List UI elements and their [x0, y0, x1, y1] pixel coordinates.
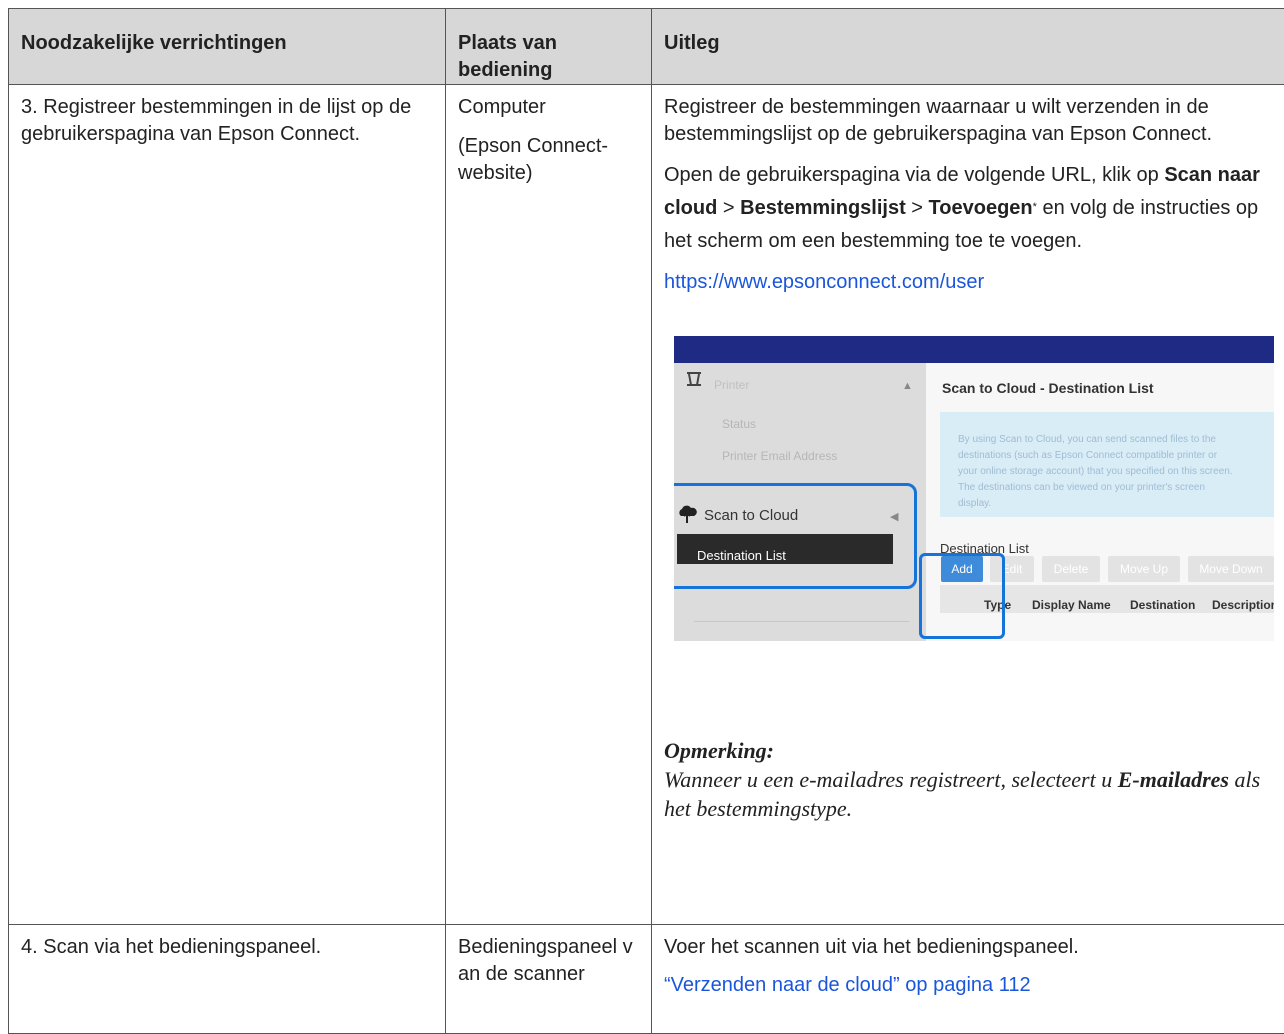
- main-panel: Scan to Cloud - Destination List By usin…: [919, 363, 1274, 641]
- step-cell: 3. Registreer bestemmingen in de lijst o…: [8, 84, 446, 925]
- step-text: 3. Registreer bestemmingen in de lijst o…: [21, 96, 412, 145]
- menu-separator: >: [905, 197, 929, 219]
- procedure-table: Noodzakelijke verrichtingen Plaats van b…: [8, 8, 1284, 1034]
- menu-add: Toevoegen: [928, 197, 1033, 219]
- delete-button[interactable]: Delete: [1042, 556, 1100, 582]
- sidebar-title: Printer: [714, 378, 750, 392]
- place-cell: Computer (Epson Connect-website): [445, 84, 652, 925]
- scan-to-cloud-item[interactable]: Scan to Cloud: [704, 502, 798, 529]
- chevron-up-icon: ▲: [902, 380, 913, 392]
- column-destination: Destination: [1130, 598, 1196, 612]
- printer-icon: [687, 372, 701, 386]
- footnote-marker: *: [1032, 201, 1037, 213]
- destination-list-item[interactable]: Destination List: [697, 542, 786, 569]
- sidebar-item[interactable]: Printer Email Address: [722, 443, 837, 470]
- place-subtext: (Epson Connect-website): [458, 135, 609, 184]
- header-explanation: Uitleg: [651, 8, 1284, 85]
- explanation-cell: Voer het scannen uit via het bedieningsp…: [651, 924, 1284, 1034]
- sidebar-item[interactable]: Status: [722, 411, 756, 438]
- info-line: display.: [958, 498, 992, 509]
- add-highlight-box: [919, 553, 1005, 639]
- cloud-upload-icon: [679, 505, 697, 523]
- place-text: Computer: [458, 96, 546, 118]
- page: { "headers": { "col1": "Noodzakelijke ve…: [0, 0, 1284, 1034]
- explanation-paragraph: Voer het scannen uit via het bedieningsp…: [664, 936, 1079, 958]
- table-row: 3. Registreer bestemmingen in de lijst o…: [8, 84, 1284, 925]
- info-line: The destinations can be viewed on your p…: [958, 482, 1206, 493]
- epson-connect-screenshot: Printer ▲ Status Printer Email Address E…: [674, 336, 1274, 641]
- explanation-cell: Registreer de bestemmingen waarnaar u wi…: [651, 84, 1284, 925]
- main-title: Scan to Cloud - Destination List: [942, 380, 1154, 396]
- step-text: 4. Scan via het bedieningspaneel.: [21, 936, 322, 958]
- move-down-button[interactable]: Move Down: [1188, 556, 1274, 582]
- move-up-button[interactable]: Move Up: [1108, 556, 1180, 582]
- header-operations: Noodzakelijke verrichtingen: [8, 8, 446, 85]
- place-text: Bedieningspaneel van de scanner: [458, 936, 633, 985]
- table-header-row: Noodzakelijke verrichtingen Plaats van b…: [8, 8, 1284, 85]
- url-link[interactable]: https://www.epsonconnect.com/user: [664, 269, 1274, 296]
- page-reference-link[interactable]: “Verzenden naar de cloud” op pagina 112: [664, 972, 1274, 999]
- table-row: 4. Scan via het bedieningspaneel. Bedien…: [8, 924, 1284, 1034]
- chevron-left-icon: ◀: [890, 511, 899, 523]
- header-bar: [674, 336, 1274, 363]
- instruction-paragraph: Open de gebruikerspagina via de volgende…: [664, 159, 1274, 258]
- scan-to-cloud-highlight: Scan to Cloud ◀ Destination List: [674, 483, 917, 589]
- place-cell: Bedieningspaneel van de scanner: [445, 924, 652, 1034]
- note-title: Opmerking:: [664, 738, 774, 763]
- explanation-paragraph: Registreer de bestemmingen waarnaar u wi…: [664, 96, 1213, 145]
- note-bold-term: E-mailadres: [1117, 767, 1229, 792]
- menu-separator: >: [717, 197, 741, 219]
- header-place: Plaats van bediening: [445, 8, 652, 85]
- column-description: Description: [1212, 598, 1274, 612]
- note-text: Wanneer u een e-mailadres registreert, s…: [664, 765, 1274, 823]
- note-text-start: Wanneer u een e-mailadres registreert, s…: [664, 767, 1118, 792]
- divider: [694, 621, 909, 622]
- column-display-name: Display Name: [1032, 598, 1111, 612]
- menu-destination-list: Bestemmingslijst: [740, 197, 906, 219]
- instruction-text: Open de gebruikerspagina via de volgende…: [664, 164, 1165, 186]
- step-cell: 4. Scan via het bedieningspaneel.: [8, 924, 446, 1034]
- info-box: By using Scan to Cloud, you can send sca…: [940, 412, 1274, 517]
